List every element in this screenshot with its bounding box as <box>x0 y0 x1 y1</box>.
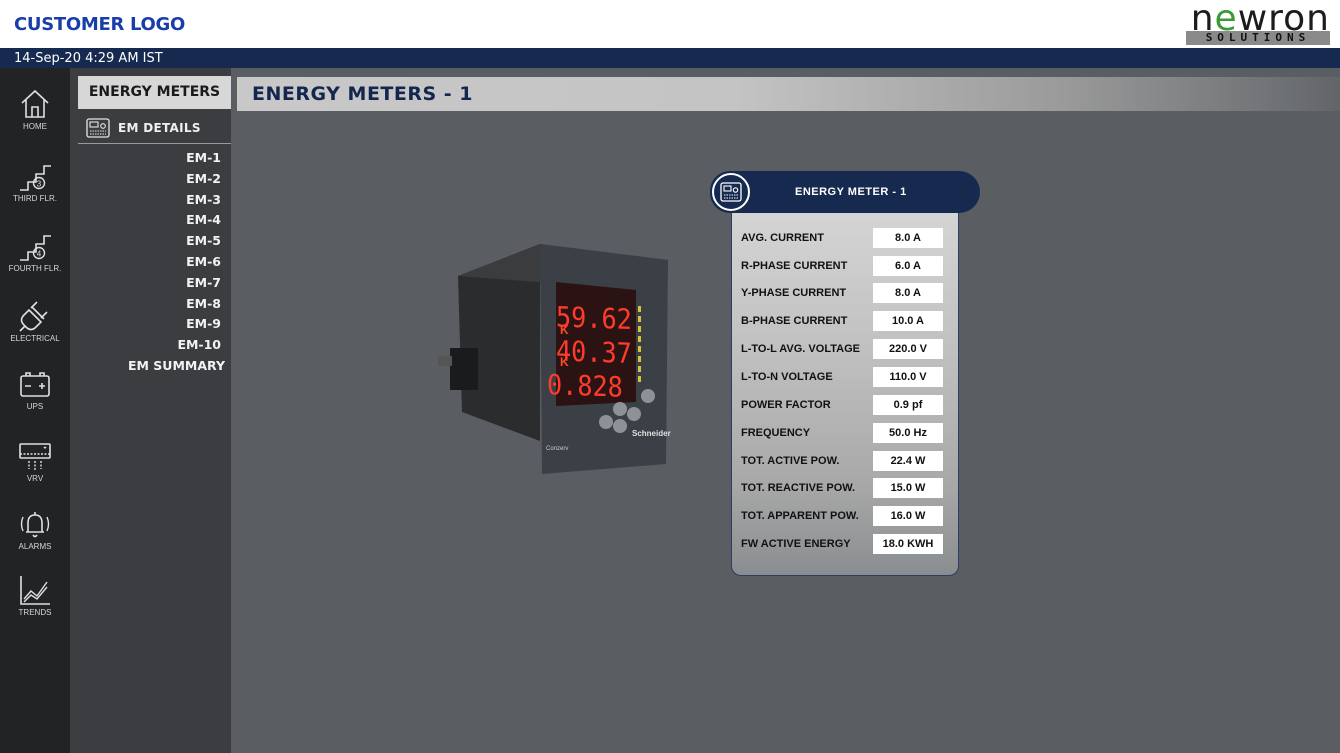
plug-icon <box>19 301 48 332</box>
submenu-heading: ENERGY METERS <box>78 76 231 109</box>
bell-icon <box>20 512 50 538</box>
meter-button <box>613 419 627 433</box>
reading-value: 8.0 A <box>873 283 943 303</box>
reading-row: FW ACTIVE ENERGY 18.0 KWH <box>732 533 960 555</box>
nav-ups[interactable]: UPS <box>0 356 70 422</box>
em-list: EM-1 EM-2 EM-3 EM-4 EM-5 EM-6 EM-7 EM-8 … <box>78 148 231 377</box>
reading-row: TOT. REACTIVE POW. 15.0 W <box>732 477 960 499</box>
meter-icon <box>86 118 110 138</box>
readout-line-3: 0.828 <box>547 369 623 404</box>
submenu-panel: ENERGY METERS EM DETAILS EM-1 EM-2 EM-3 … <box>78 68 231 753</box>
reading-value: 0.9 pf <box>873 395 943 415</box>
nav-trends[interactable]: TRENDS <box>0 562 70 628</box>
page-title-bar: ENERGY METERS - 1 <box>237 77 1340 111</box>
meter-panel-title: ENERGY METER - 1 <box>795 186 907 198</box>
datetime-bar: 14-Sep-20 4:29 AM IST <box>0 48 1340 68</box>
meter-panel-header: ENERGY METER - 1 <box>710 171 980 213</box>
ac-unit-icon <box>19 443 51 471</box>
brand-logo: newron SOLUTIONS <box>1182 0 1332 46</box>
reading-row: TOT. ACTIVE POW. 22.4 W <box>732 450 960 472</box>
em-item-10[interactable]: EM-10 <box>78 335 231 356</box>
nav-third-floor[interactable]: 3 THIRD FLR. <box>0 148 70 214</box>
em-item-3[interactable]: EM-3 <box>78 190 231 211</box>
nav-rail: HOME 3 THIRD FLR. 4 FOURTH FLR. ELECTRIC… <box>0 68 70 753</box>
meter-model: Conzerv <box>546 446 568 452</box>
reading-row: B-PHASE CURRENT 10.0 A <box>732 310 960 332</box>
reading-row: R-PHASE CURRENT 6.0 A <box>732 255 960 277</box>
em-item-4[interactable]: EM-4 <box>78 210 231 231</box>
nav-electrical[interactable]: ELECTRICAL <box>0 288 70 354</box>
reading-value: 18.0 KWH <box>873 534 943 554</box>
reading-row: TOT. APPARENT POW. 16.0 W <box>732 505 960 527</box>
header: CUSTOMER LOGO newron SOLUTIONS <box>0 0 1340 48</box>
reading-value: 22.4 W <box>873 451 943 471</box>
reading-row: Y-PHASE CURRENT 8.0 A <box>732 282 960 304</box>
reading-value: 50.0 Hz <box>873 423 943 443</box>
meter-brand: Schneider <box>632 429 671 438</box>
reading-value: 16.0 W <box>873 506 943 526</box>
energy-meter-device: K K 59.62 40.37 0.828 Schneider Conzerv <box>438 244 671 474</box>
rail-divider <box>70 68 78 753</box>
readout-line-2: 40.37 <box>556 335 632 370</box>
em-item-2[interactable]: EM-2 <box>78 169 231 190</box>
em-details-section[interactable]: EM DETAILS <box>78 114 231 144</box>
meter-icon <box>720 182 742 202</box>
meter-button <box>599 415 613 429</box>
reading-row: FREQUENCY 50.0 Hz <box>732 422 960 444</box>
readout-line-1: 59.62 <box>556 301 632 336</box>
nav-vrv[interactable]: VRV <box>0 428 70 494</box>
nav-fourth-floor[interactable]: 4 FOURTH FLR. <box>0 218 70 284</box>
reading-value: 10.0 A <box>873 311 943 331</box>
nav-alarms[interactable]: ALARMS <box>0 496 70 562</box>
customer-logo: CUSTOMER LOGO <box>14 14 186 35</box>
page-title: ENERGY METERS - 1 <box>252 83 474 105</box>
reading-row: POWER FACTOR 0.9 pf <box>732 394 960 416</box>
reading-row: AVG. CURRENT 8.0 A <box>732 227 960 249</box>
reading-value: 8.0 A <box>873 228 943 248</box>
meter-panel-body: AVG. CURRENT 8.0 A R-PHASE CURRENT 6.0 A Y… <box>731 213 959 576</box>
reading-value: 110.0 V <box>873 367 943 387</box>
em-item-6[interactable]: EM-6 <box>78 252 231 273</box>
reading-value: 6.0 A <box>873 256 943 276</box>
meter-panel-icon-badge <box>712 173 750 211</box>
em-item-5[interactable]: EM-5 <box>78 231 231 252</box>
svg-text:3: 3 <box>37 180 42 189</box>
meter-button <box>641 389 655 403</box>
meter-button <box>613 402 627 416</box>
datetime-text: 14-Sep-20 4:29 AM IST <box>14 51 163 66</box>
battery-icon <box>20 372 50 397</box>
em-details-label: EM DETAILS <box>118 121 201 135</box>
stairs-4-icon: 4 <box>20 235 51 261</box>
reading-value: 15.0 W <box>873 478 943 498</box>
meter-button <box>627 407 641 421</box>
em-summary[interactable]: EM SUMMARY <box>78 356 231 377</box>
em-item-8[interactable]: EM-8 <box>78 294 231 315</box>
reading-row: L-TO-N VOLTAGE 110.0 V <box>732 366 960 388</box>
em-item-7[interactable]: EM-7 <box>78 273 231 294</box>
home-icon <box>21 89 49 118</box>
reading-row: L-TO-L AVG. VOLTAGE 220.0 V <box>732 338 960 360</box>
stairs-3-icon: 3 <box>20 165 51 191</box>
nav-home[interactable]: HOME <box>0 76 70 142</box>
em-item-9[interactable]: EM-9 <box>78 314 231 335</box>
em-item-1[interactable]: EM-1 <box>78 148 231 169</box>
reading-value: 220.0 V <box>873 339 943 359</box>
svg-text:4: 4 <box>37 250 42 259</box>
brand-tagline: SOLUTIONS <box>1186 31 1330 45</box>
trend-chart-icon <box>20 576 50 605</box>
